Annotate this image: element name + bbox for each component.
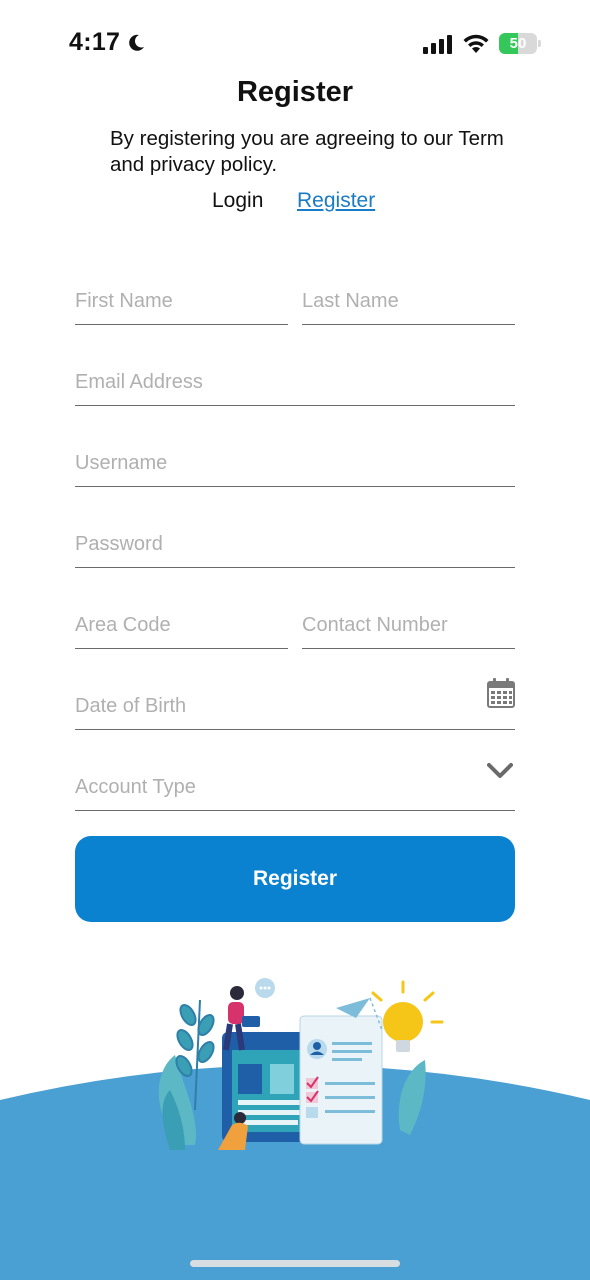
email-field <box>75 362 515 406</box>
calendar-icon[interactable] <box>487 678 515 708</box>
registration-illustration <box>0 978 590 1280</box>
password-field <box>75 524 515 568</box>
contact-number-field <box>302 605 515 649</box>
status-time: 4:17 <box>69 28 121 56</box>
username-input[interactable] <box>75 443 515 483</box>
account-type-input[interactable] <box>75 767 515 807</box>
terms-notice: By registering you are agreeing to our T… <box>110 127 504 176</box>
tab-register[interactable]: Register <box>297 189 375 213</box>
cellular-signal-icon <box>423 35 452 54</box>
moon-icon <box>129 34 144 51</box>
first-name-input[interactable] <box>75 281 288 321</box>
area-code-field <box>75 605 288 649</box>
password-input[interactable] <box>75 524 515 564</box>
username-field <box>75 443 515 487</box>
battery-indicator: 50 <box>499 33 541 54</box>
first-name-field <box>75 281 288 325</box>
date-of-birth-field <box>75 678 515 730</box>
account-type-select[interactable] <box>75 763 515 811</box>
last-name-input[interactable] <box>302 281 515 321</box>
last-name-field <box>302 281 515 325</box>
chevron-down-icon[interactable] <box>487 761 513 781</box>
date-of-birth-input[interactable] <box>75 686 515 726</box>
register-button[interactable]: Register <box>75 836 515 922</box>
page-title: Register <box>236 76 354 108</box>
area-code-input[interactable] <box>75 605 288 645</box>
tab-login[interactable]: Login <box>212 189 263 213</box>
wifi-icon <box>463 34 489 53</box>
contact-number-input[interactable] <box>302 605 515 645</box>
email-input[interactable] <box>75 362 515 402</box>
home-indicator <box>190 1260 400 1267</box>
battery-percentage: 50 <box>509 35 527 52</box>
status-bar: 4:17 50 <box>0 0 590 88</box>
